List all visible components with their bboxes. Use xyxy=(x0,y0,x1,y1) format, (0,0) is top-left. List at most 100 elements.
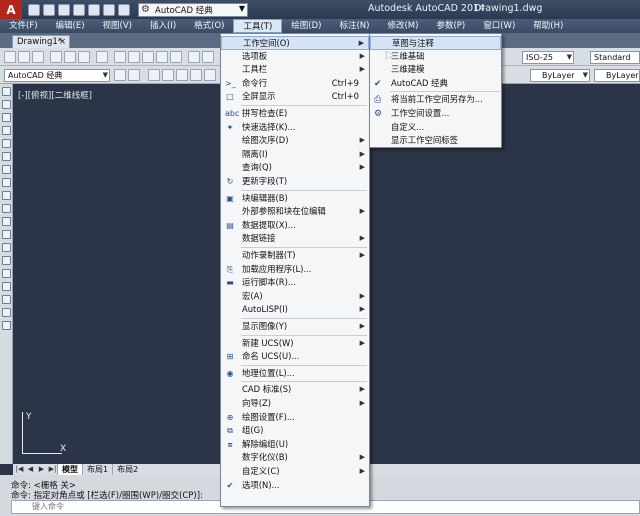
tools-menu-item[interactable]: ▬ 运行脚本(R)... xyxy=(221,276,369,290)
gear-icon[interactable] xyxy=(114,69,126,81)
tools-menu-item[interactable]: ⊞ 命名 UCS(U)... xyxy=(221,350,369,364)
print-icon[interactable] xyxy=(50,51,62,63)
tools-menu-item[interactable]: 工具栏 ▶ xyxy=(221,63,369,77)
preview-icon[interactable] xyxy=(64,51,76,63)
plot-icon[interactable] xyxy=(88,3,100,16)
tools-menu-item[interactable]: 查询(Q) ▶ xyxy=(221,161,369,175)
tools-menu-item[interactable]: ↻ 更新字段(T) xyxy=(221,175,369,189)
tools-menu-item[interactable]: ✦ 快速选择(K)... xyxy=(221,121,369,135)
tools-menu-item[interactable]: 隔离(I) ▶ xyxy=(221,148,369,162)
last-tab-icon[interactable]: ▶| xyxy=(48,465,57,474)
open-icon[interactable] xyxy=(18,51,30,63)
tools-menu-item[interactable]: 新建 UCS(W) ▶ xyxy=(221,337,369,351)
spline-icon[interactable] xyxy=(2,191,11,200)
make-block-icon[interactable] xyxy=(2,243,11,252)
open-icon[interactable] xyxy=(43,3,55,16)
arc-icon[interactable] xyxy=(2,152,11,161)
block-editor-icon[interactable] xyxy=(170,51,182,63)
lineweight-combo[interactable]: ByLayer xyxy=(594,69,640,82)
menu-item[interactable]: 修改(M) xyxy=(378,19,427,33)
tools-menu-item[interactable]: >_ 命令行 Ctrl+9 xyxy=(221,77,369,91)
menu-item[interactable]: 标注(N) xyxy=(330,19,378,33)
tools-menu-item[interactable]: 外部参照和块在位编辑 ▶ xyxy=(221,205,369,219)
menu-item[interactable]: 窗口(W) xyxy=(474,19,524,33)
layer-properties-icon[interactable] xyxy=(148,69,160,81)
tab-layout2[interactable]: 布局2 xyxy=(112,464,142,475)
region-icon[interactable] xyxy=(2,295,11,304)
ellipse-icon[interactable] xyxy=(2,204,11,213)
tools-menu-item[interactable]: 绘图次序(D) ▶ xyxy=(221,134,369,148)
lock-icon[interactable] xyxy=(190,69,202,81)
workspace-submenu-item[interactable]: ⚙ 工作空间设置... xyxy=(370,107,501,121)
3d-print-icon[interactable] xyxy=(96,51,108,63)
tab-drawing1[interactable]: Drawing1* × xyxy=(12,35,70,48)
menu-item[interactable]: 文件(F) xyxy=(0,19,47,33)
tools-menu-item[interactable]: ⧉ 组(G) xyxy=(221,424,369,438)
workspace-submenu-item[interactable]: ⎙ 将当前工作空间另存为... xyxy=(370,93,501,107)
tools-menu-item[interactable]: 工作空间(O) ▶ xyxy=(221,36,369,50)
autocad-logo-icon[interactable]: A xyxy=(0,0,22,19)
tools-menu-item[interactable]: 数据链接 ▶ xyxy=(221,232,369,246)
rectangle-icon[interactable] xyxy=(2,139,11,148)
new-icon[interactable] xyxy=(28,3,40,16)
dimstyle-combo[interactable]: ISO-25 ▼ xyxy=(522,51,574,64)
tab-layout1[interactable]: 布局1 xyxy=(82,464,112,475)
redo-icon[interactable] xyxy=(202,51,214,63)
workspace-submenu-item[interactable]: 自定义... xyxy=(370,121,501,135)
hatch-icon[interactable] xyxy=(2,269,11,278)
close-icon[interactable]: × xyxy=(59,36,66,48)
menu-item[interactable]: 编辑(E) xyxy=(47,19,94,33)
text-icon[interactable] xyxy=(2,321,11,330)
tools-menu-item[interactable]: CAD 标准(S) ▶ xyxy=(221,383,369,397)
workspace-select[interactable]: ⚙ AutoCAD 经典 ▼ xyxy=(138,2,248,17)
workspace-settings-icon[interactable] xyxy=(128,69,140,81)
construction-line-icon[interactable] xyxy=(2,100,11,109)
menu-item[interactable]: 视图(V) xyxy=(94,19,141,33)
menu-item[interactable]: 参数(P) xyxy=(427,19,474,33)
tools-menu-item[interactable]: ✔ 选项(N)... xyxy=(221,479,369,493)
circle-icon[interactable] xyxy=(2,165,11,174)
new-icon[interactable] xyxy=(4,51,16,63)
tools-menu-item[interactable]: ⎘ 加载应用程序(L)... xyxy=(221,263,369,277)
viewport-label[interactable]: [-][俯视][二维线框] xyxy=(18,89,92,101)
redo-icon[interactable] xyxy=(118,3,130,16)
tools-menu-item[interactable]: AutoLISP(I) ▶ xyxy=(221,303,369,317)
tools-menu-item[interactable]: 数字化仪(B) ▶ xyxy=(221,451,369,465)
workspace-submenu-item[interactable]: 显示工作空间标签 xyxy=(370,134,501,148)
polyline-icon[interactable] xyxy=(2,113,11,122)
save-icon[interactable] xyxy=(32,51,44,63)
table-icon[interactable] xyxy=(2,308,11,317)
tools-menu-item[interactable]: ⊕ 绘图设置(F)... xyxy=(221,411,369,425)
lightbulb-icon[interactable] xyxy=(162,69,174,81)
tools-menu-item[interactable]: □ 全屏显示 Ctrl+0 xyxy=(221,90,369,104)
menu-item[interactable]: 格式(O) xyxy=(185,19,233,33)
revision-cloud-icon[interactable] xyxy=(2,178,11,187)
workspace-submenu-item[interactable]: 三维建模 xyxy=(370,63,501,77)
tools-menu-item[interactable]: 向导(Z) ▶ xyxy=(221,397,369,411)
tools-menu-item[interactable]: abc 拼写检查(E) xyxy=(221,107,369,121)
saveas-icon[interactable] xyxy=(73,3,85,16)
prev-tab-icon[interactable]: ◀ xyxy=(26,465,35,474)
tools-menu-item[interactable]: 动作录制器(T) ▶ xyxy=(221,249,369,263)
cut-icon[interactable] xyxy=(114,51,126,63)
menu-item[interactable]: 工具(T) xyxy=(233,19,283,33)
line-icon[interactable] xyxy=(2,87,11,96)
layer-color-icon[interactable] xyxy=(204,69,216,81)
menu-item[interactable]: 绘图(D) xyxy=(282,19,330,33)
first-tab-icon[interactable]: |◀ xyxy=(15,465,24,474)
tools-menu-item[interactable]: 选项板 ▶ xyxy=(221,50,369,64)
ellipse-arc-icon[interactable] xyxy=(2,217,11,226)
point-icon[interactable] xyxy=(2,256,11,265)
workspace-submenu-item[interactable]: ✔ AutoCAD 经典 xyxy=(370,77,501,91)
tools-menu-item[interactable]: ▤ 数据提取(X)... xyxy=(221,219,369,233)
tab-model[interactable]: 模型 xyxy=(57,464,82,475)
tools-menu-item[interactable]: ▣ 块编辑器(B) xyxy=(221,192,369,206)
match-properties-icon[interactable] xyxy=(156,51,168,63)
menu-item[interactable]: 帮助(H) xyxy=(524,19,572,33)
tools-menu-item[interactable]: 自定义(C) ▶ xyxy=(221,465,369,479)
tools-menu-item[interactable]: ⧈ 解除编组(U) xyxy=(221,438,369,452)
textstyle-combo[interactable]: Standard xyxy=(590,51,640,64)
tools-menu-item[interactable]: ◉ 地理位置(L)... xyxy=(221,367,369,381)
workspace-combo[interactable]: AutoCAD 经典 ▼ xyxy=(4,69,110,82)
linetype-combo[interactable]: ByLayer ▼ xyxy=(530,69,590,82)
